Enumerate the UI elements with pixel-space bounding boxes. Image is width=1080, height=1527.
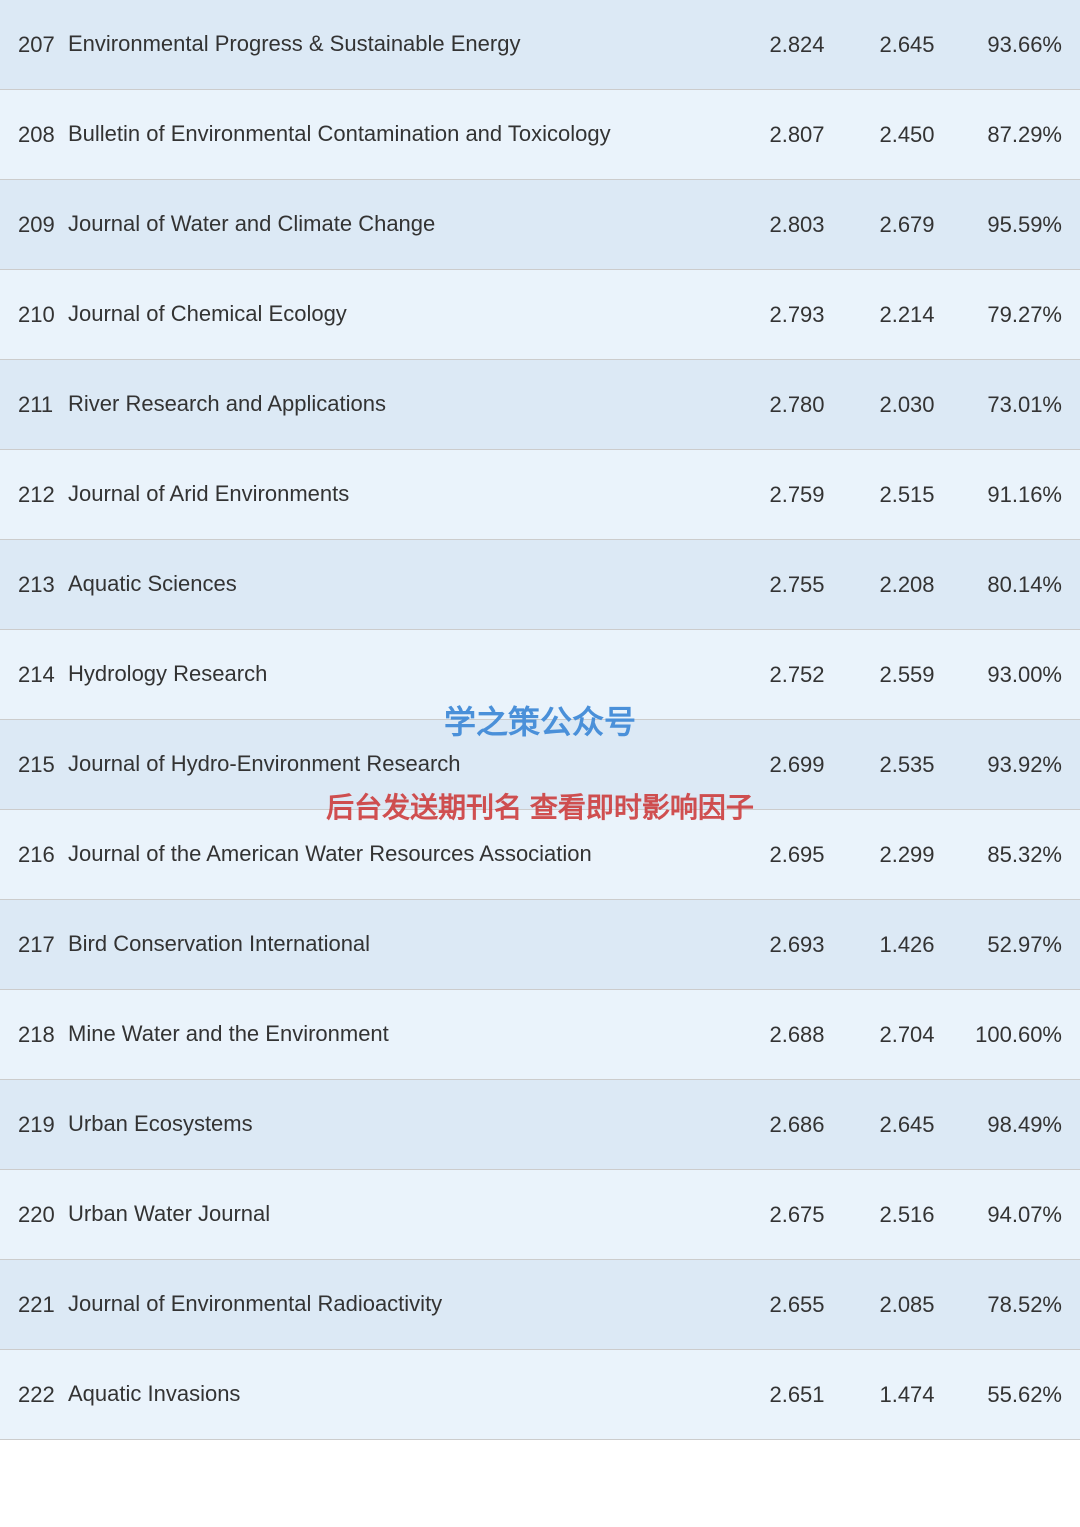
cell-impact-factor: 2.699 [742,752,852,778]
cell-rank: 207 [8,32,68,58]
cell-percentage: 52.97% [962,932,1072,958]
cell-5year-if: 2.208 [852,572,962,598]
cell-impact-factor: 2.793 [742,302,852,328]
table-row: 216 Journal of the American Water Resour… [0,810,1080,900]
cell-5year-if: 2.450 [852,122,962,148]
cell-percentage: 94.07% [962,1202,1072,1228]
cell-impact-factor: 2.688 [742,1022,852,1048]
cell-5year-if: 2.214 [852,302,962,328]
cell-rank: 221 [8,1292,68,1318]
cell-rank: 217 [8,932,68,958]
cell-impact-factor: 2.693 [742,932,852,958]
cell-journal-name: Urban Ecosystems [68,1110,742,1139]
cell-percentage: 80.14% [962,572,1072,598]
table-row: 214 Hydrology Research 2.752 2.559 93.00… [0,630,1080,720]
cell-journal-name: Aquatic Sciences [68,570,742,599]
cell-rank: 210 [8,302,68,328]
cell-rank: 214 [8,662,68,688]
cell-journal-name: Environmental Progress & Sustainable Ene… [68,30,742,59]
cell-percentage: 87.29% [962,122,1072,148]
cell-impact-factor: 2.675 [742,1202,852,1228]
table-row: 219 Urban Ecosystems 2.686 2.645 98.49% [0,1080,1080,1170]
cell-journal-name: Journal of the American Water Resources … [68,840,742,869]
cell-percentage: 85.32% [962,842,1072,868]
cell-percentage: 78.52% [962,1292,1072,1318]
cell-percentage: 73.01% [962,392,1072,418]
cell-percentage: 95.59% [962,212,1072,238]
cell-percentage: 100.60% [962,1022,1072,1048]
cell-journal-name: Journal of Water and Climate Change [68,210,742,239]
cell-percentage: 91.16% [962,482,1072,508]
cell-rank: 211 [8,392,68,418]
cell-rank: 219 [8,1112,68,1138]
cell-impact-factor: 2.780 [742,392,852,418]
table-row: 211 River Research and Applications 2.78… [0,360,1080,450]
cell-rank: 215 [8,752,68,778]
cell-journal-name: Hydrology Research [68,660,742,689]
cell-rank: 209 [8,212,68,238]
cell-5year-if: 2.515 [852,482,962,508]
cell-5year-if: 2.030 [852,392,962,418]
cell-5year-if: 1.426 [852,932,962,958]
cell-rank: 222 [8,1382,68,1408]
cell-rank: 216 [8,842,68,868]
cell-journal-name: River Research and Applications [68,390,742,419]
cell-rank: 213 [8,572,68,598]
cell-impact-factor: 2.759 [742,482,852,508]
table-row: 221 Journal of Environmental Radioactivi… [0,1260,1080,1350]
cell-impact-factor: 2.752 [742,662,852,688]
cell-impact-factor: 2.655 [742,1292,852,1318]
cell-5year-if: 2.704 [852,1022,962,1048]
cell-journal-name: Journal of Chemical Ecology [68,300,742,329]
cell-percentage: 79.27% [962,302,1072,328]
cell-impact-factor: 2.755 [742,572,852,598]
cell-journal-name: Bird Conservation International [68,930,742,959]
cell-rank: 208 [8,122,68,148]
table-row: 212 Journal of Arid Environments 2.759 2… [0,450,1080,540]
cell-percentage: 98.49% [962,1112,1072,1138]
cell-impact-factor: 2.807 [742,122,852,148]
cell-impact-factor: 2.695 [742,842,852,868]
cell-rank: 220 [8,1202,68,1228]
table-row: 222 Aquatic Invasions 2.651 1.474 55.62% [0,1350,1080,1440]
cell-impact-factor: 2.824 [742,32,852,58]
cell-5year-if: 2.085 [852,1292,962,1318]
cell-percentage: 55.62% [962,1382,1072,1408]
cell-journal-name: Journal of Environmental Radioactivity [68,1290,742,1319]
cell-percentage: 93.92% [962,752,1072,778]
cell-5year-if: 1.474 [852,1382,962,1408]
cell-5year-if: 2.535 [852,752,962,778]
cell-5year-if: 2.645 [852,1112,962,1138]
table-row: 218 Mine Water and the Environment 2.688… [0,990,1080,1080]
cell-journal-name: Mine Water and the Environment [68,1020,742,1049]
table-row: 208 Bulletin of Environmental Contaminat… [0,90,1080,180]
journal-table: 207 Environmental Progress & Sustainable… [0,0,1080,1440]
cell-impact-factor: 2.686 [742,1112,852,1138]
table-container: 207 Environmental Progress & Sustainable… [0,0,1080,1440]
table-row: 207 Environmental Progress & Sustainable… [0,0,1080,90]
cell-5year-if: 2.516 [852,1202,962,1228]
cell-impact-factor: 2.803 [742,212,852,238]
cell-percentage: 93.66% [962,32,1072,58]
table-row: 213 Aquatic Sciences 2.755 2.208 80.14% [0,540,1080,630]
table-row: 215 Journal of Hydro-Environment Researc… [0,720,1080,810]
table-row: 220 Urban Water Journal 2.675 2.516 94.0… [0,1170,1080,1260]
cell-5year-if: 2.559 [852,662,962,688]
cell-5year-if: 2.299 [852,842,962,868]
table-row: 217 Bird Conservation International 2.69… [0,900,1080,990]
table-row: 209 Journal of Water and Climate Change … [0,180,1080,270]
cell-journal-name: Aquatic Invasions [68,1380,742,1409]
cell-journal-name: Urban Water Journal [68,1200,742,1229]
cell-5year-if: 2.645 [852,32,962,58]
cell-journal-name: Journal of Hydro-Environment Research [68,750,742,779]
cell-impact-factor: 2.651 [742,1382,852,1408]
cell-percentage: 93.00% [962,662,1072,688]
cell-rank: 212 [8,482,68,508]
table-row: 210 Journal of Chemical Ecology 2.793 2.… [0,270,1080,360]
cell-rank: 218 [8,1022,68,1048]
cell-5year-if: 2.679 [852,212,962,238]
cell-journal-name: Bulletin of Environmental Contamination … [68,120,742,149]
cell-journal-name: Journal of Arid Environments [68,480,742,509]
